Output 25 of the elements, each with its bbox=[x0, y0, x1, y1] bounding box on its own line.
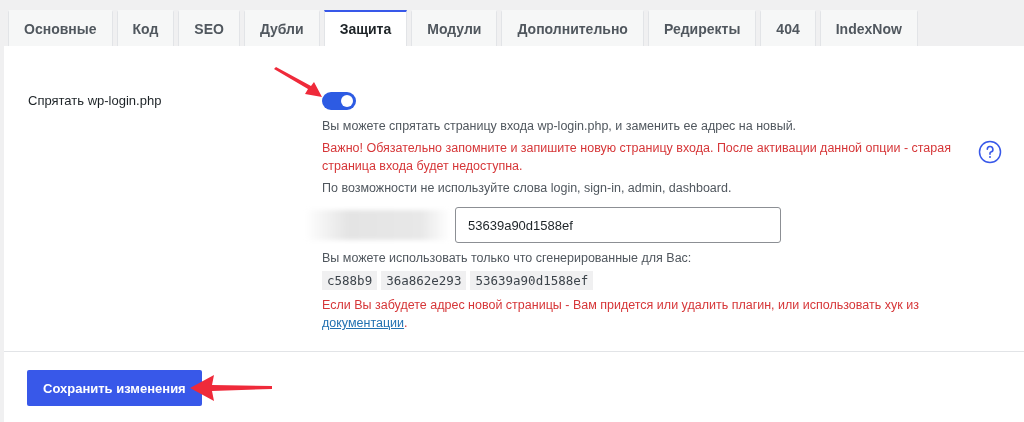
warning-text: Если Вы забудете адрес новой страницы - Вам придется или удалить плагин, или использовать хук из документации. bbox=[322, 297, 920, 332]
suggested-slug: 53639a90d1588ef bbox=[470, 271, 594, 290]
description-text: По возможности не используйте слова login, sign-in, admin, dashboard. bbox=[322, 180, 733, 197]
tab[interactable]: Дополнительно bbox=[501, 10, 644, 46]
toggle-switch[interactable] bbox=[322, 92, 356, 110]
suggested-slug: 36a862e293 bbox=[381, 271, 467, 290]
suggested-slug: c588b9 bbox=[322, 271, 378, 290]
tab[interactable]: Дубли bbox=[243, 10, 320, 46]
setting-label: Спрятать wp-login.php bbox=[27, 92, 163, 110]
warning-text: Важно! Обязательно запомните и запишите новую страницу входа. После активации данной опции - старая страница входа будет недоступна. bbox=[322, 140, 952, 175]
suggestions-label: Вы можете использовать только что сгенерированные для Вас: bbox=[322, 250, 693, 267]
tab[interactable]: Защита bbox=[323, 10, 408, 46]
tab[interactable]: 404 bbox=[760, 10, 816, 46]
description-text: Вы можете спрятать страницу входа wp-login.php, и заменить ее адрес на новый. bbox=[322, 118, 798, 135]
tab[interactable]: Модули bbox=[411, 10, 498, 46]
save-button[interactable]: Сохранить изменения bbox=[27, 370, 202, 406]
annotation-arrow bbox=[272, 67, 324, 99]
help-icon[interactable] bbox=[978, 140, 1002, 164]
tab[interactable]: Код bbox=[116, 10, 175, 46]
tab[interactable]: IndexNow bbox=[819, 10, 918, 46]
slug-input[interactable]: 53639a90d1588ef bbox=[455, 207, 781, 243]
documentation-link[interactable]: документации bbox=[322, 316, 405, 330]
tab[interactable]: Основные bbox=[8, 10, 113, 46]
tab[interactable]: SEO bbox=[178, 10, 240, 46]
tab[interactable]: Редиректы bbox=[647, 10, 757, 46]
